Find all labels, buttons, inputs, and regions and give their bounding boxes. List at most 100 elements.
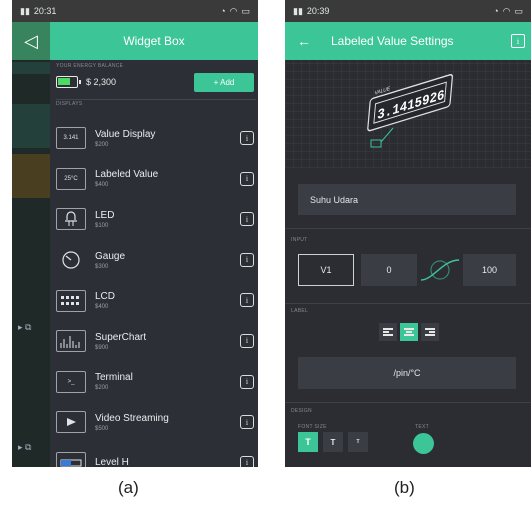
labeled-value-3d-illustration: VALUE 3.1415926 <box>367 74 453 148</box>
status-time: 20:31 <box>33 6 57 16</box>
label-format-input[interactable]: /pin/°C <box>298 357 516 389</box>
info-icon[interactable]: i <box>240 212 254 227</box>
section-label-design: DESIGN <box>291 408 312 414</box>
widget-cost: $400 <box>95 304 109 311</box>
widget-cost: $300 <box>95 263 109 270</box>
back-arrow-icon[interactable]: ← <box>289 33 319 49</box>
widget-item[interactable]: >_ Terminal $200 i <box>50 362 258 403</box>
energy-balance: $ 2,300 <box>86 77 117 87</box>
info-icon[interactable]: i <box>240 455 254 467</box>
widget-list: 3.141 Value Display $200 i 25°C Labeled Value… <box>50 118 258 467</box>
info-icon[interactable]: i <box>240 415 254 430</box>
widget-item[interactable]: 25°C Labeled Value $400 i <box>50 159 258 200</box>
battery-status-icon: ▭ <box>241 5 250 16</box>
max-value-input[interactable]: 100 <box>463 254 516 286</box>
phone-widget-box: ▮▮ 20:31 ◔ ◠ ▭ ▸ ⧉ ▸ ⧉ ◁ Widget Box YOUR EN… <box>12 0 258 467</box>
section-label-label: LABEL <box>291 308 309 314</box>
info-icon[interactable]: i <box>240 293 254 308</box>
widget-cost: $400 <box>95 182 109 189</box>
info-icon[interactable]: i <box>240 131 254 145</box>
dashboard-background: ▸ ⧉ ▸ ⧉ <box>12 22 50 467</box>
widget-name: Terminal <box>95 372 133 384</box>
share-icon: ▸ ⧉ <box>18 322 32 332</box>
wifi-icon: ◠ <box>229 5 238 16</box>
widget-box-drawer: Widget Box YOUR ENERGY BALANCE $ 2,300 +… <box>50 22 258 467</box>
widget-name: SuperChart <box>95 331 147 343</box>
energy-battery-icon <box>56 76 81 88</box>
add-energy-button[interactable]: + Add <box>194 72 254 92</box>
caption-b: (b) <box>394 478 415 497</box>
caption-a: (a) <box>118 478 139 497</box>
widget-preview-icon: >_ <box>56 370 86 393</box>
align-right-icon <box>425 327 435 337</box>
font-size-large-button[interactable]: T <box>298 432 318 452</box>
pin-selector[interactable]: V1 <box>298 254 354 286</box>
widget-item[interactable]: Gauge $300 i <box>50 240 258 281</box>
status-bar: ▮▮ 20:39 ◔ ◠ ▭ <box>285 0 531 22</box>
signal-icon: ▮▮ <box>293 5 303 16</box>
widget-name: LCD <box>95 291 116 303</box>
font-size-small-button[interactable]: T <box>348 432 368 452</box>
widget-name: Level H <box>95 456 129 467</box>
wifi-icon: ◠ <box>502 5 511 16</box>
range-curve-icon <box>420 259 460 281</box>
widget-cost: $200 <box>95 385 109 392</box>
app-bar: Widget Box <box>50 22 258 60</box>
info-icon[interactable]: i <box>240 374 254 389</box>
widget-cost: $900 <box>95 344 109 351</box>
widget-cost: $100 <box>95 222 109 229</box>
chart-icon <box>56 330 86 353</box>
align-center-button[interactable] <box>400 323 418 341</box>
page-title: Widget Box <box>123 34 185 48</box>
widget-preview-icon: 25°C <box>56 167 86 190</box>
text-color-label: TEXT <box>415 424 429 430</box>
widget-item[interactable]: 3.141 Value Display $200 i <box>50 118 258 159</box>
app-bar: ← Labeled Value Settings i <box>285 22 531 60</box>
widget-item[interactable]: LCD $400 i <box>50 280 258 321</box>
level-icon <box>56 452 86 467</box>
font-size-label: FONT SIZE <box>298 424 327 430</box>
widget-name-input[interactable]: Suhu Udara <box>298 184 516 215</box>
widget-name: Labeled Value <box>95 169 159 181</box>
collapse-drawer-button[interactable]: ◁ <box>12 22 50 60</box>
widget-name: Value Display <box>95 128 156 140</box>
battery-status-icon: ▭ <box>514 5 523 16</box>
widget-item[interactable]: LED $100 i <box>50 199 258 240</box>
info-icon[interactable]: i <box>240 171 254 186</box>
share-icon-2: ▸ ⧉ <box>18 442 32 452</box>
widget-cost: $500 <box>95 425 109 432</box>
align-center-icon <box>404 327 414 337</box>
text-color-picker[interactable] <box>413 433 434 454</box>
phone-labeled-value-settings: ▮▮ 20:39 ◔ ◠ ▭ ← Labeled Value Settings i V… <box>285 0 531 467</box>
chevron-left-icon: ◁ <box>24 30 38 51</box>
widget-name: Gauge <box>95 250 126 262</box>
status-bar: ▮▮ 20:31 ◔ ◠ ▭ <box>12 0 258 22</box>
widget-name: LED <box>95 209 115 221</box>
info-icon[interactable]: i <box>240 333 254 348</box>
widget-cost: $200 <box>95 141 109 148</box>
alarm-icon: ◔ <box>493 6 499 16</box>
energy-label: YOUR ENERGY BALANCE <box>56 63 124 69</box>
status-time: 20:39 <box>306 6 330 16</box>
widget-item[interactable]: SuperChart $900 i <box>50 321 258 362</box>
widget-preview-icon: 3.141 <box>56 127 86 150</box>
widget-item[interactable]: Level H i <box>50 443 258 467</box>
led-icon <box>56 208 86 231</box>
lcd-icon <box>56 289 86 312</box>
align-left-icon <box>383 327 393 337</box>
widget-preview: VALUE 3.1415926 <box>285 60 531 168</box>
section-label-displays: DISPLAYS <box>56 101 83 107</box>
align-left-button[interactable] <box>379 323 397 341</box>
signal-icon: ▮▮ <box>20 5 30 16</box>
energy-row: $ 2,300 + Add <box>54 70 254 94</box>
min-value-input[interactable]: 0 <box>361 254 417 286</box>
info-icon[interactable]: i <box>240 252 254 267</box>
page-title: Labeled Value Settings <box>331 34 454 48</box>
alarm-icon: ◔ <box>220 6 226 16</box>
align-right-button[interactable] <box>421 323 439 341</box>
font-size-medium-button[interactable]: T <box>323 432 343 452</box>
info-icon[interactable]: i <box>511 34 525 48</box>
play-icon <box>56 411 86 434</box>
section-label-input: INPUT <box>291 237 308 243</box>
widget-item[interactable]: Video Streaming $500 i <box>50 402 258 443</box>
